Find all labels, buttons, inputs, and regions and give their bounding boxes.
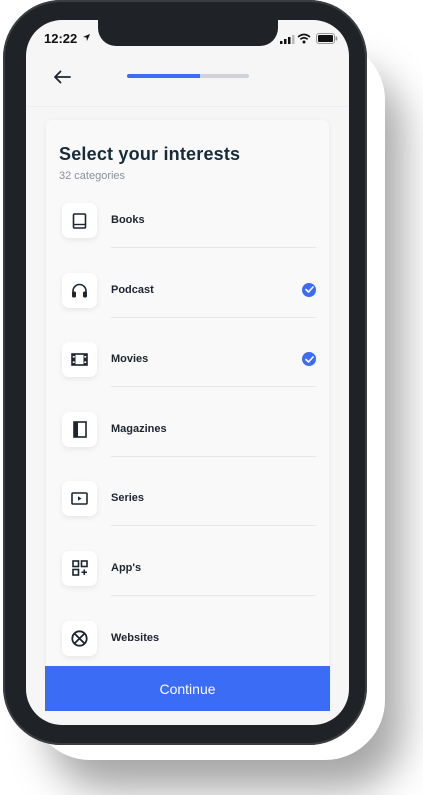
back-arrow-icon[interactable] [53, 70, 71, 84]
status-time: 12:22 [44, 31, 78, 46]
category-label: Books [111, 214, 145, 226]
category-label: Series [111, 492, 145, 505]
divider [111, 594, 316, 596]
magazine-icon [72, 420, 87, 438]
category-item-books[interactable]: Books [46, 199, 329, 269]
phone-frame: 12:22 Select your interests 32 categorie… [3, 0, 367, 745]
location-arrow-icon [82, 33, 91, 42]
category-item-movies[interactable]: Movies [46, 338, 329, 408]
category-icon-box [62, 203, 97, 238]
progress-bar-fill [127, 74, 201, 78]
play-box-icon [71, 492, 88, 506]
category-item-apps[interactable]: App's [46, 547, 329, 617]
page-title: Select your interests [59, 144, 241, 164]
category-item-series[interactable]: Series [46, 477, 329, 547]
selected-check-icon[interactable] [302, 282, 316, 297]
category-label: Podcast [111, 283, 154, 296]
divider [111, 316, 316, 318]
selected-check-icon[interactable] [302, 352, 316, 367]
category-icon-box [62, 272, 97, 308]
divider [111, 455, 316, 457]
category-icon-box [62, 620, 97, 656]
continue-button[interactable]: Continue [45, 666, 330, 711]
web-icon [71, 629, 88, 647]
apps-icon [71, 560, 88, 577]
category-list: Books Podcast Movies Magazines Series Ap… [46, 199, 329, 680]
category-item-podcast[interactable]: Podcast [46, 269, 329, 339]
wifi-icon [297, 33, 311, 44]
category-label: App's [111, 561, 142, 574]
interests-card: Select your interests 32 categories Book… [46, 120, 329, 680]
book-icon [72, 212, 87, 229]
category-count: 32 categories [59, 170, 126, 182]
film-icon [71, 353, 88, 366]
category-icon-box [62, 411, 97, 447]
category-icon-box [62, 481, 97, 517]
divider [111, 386, 316, 388]
divider [111, 525, 316, 527]
top-nav [26, 56, 349, 107]
notch [98, 20, 278, 46]
progress-bar [127, 74, 249, 78]
battery-icon [316, 33, 338, 44]
signal-icon [280, 35, 295, 44]
divider [111, 247, 316, 248]
category-item-magazines[interactable]: Magazines [46, 408, 329, 478]
category-label: Magazines [111, 422, 167, 435]
screen: 12:22 Select your interests 32 categorie… [26, 20, 349, 725]
category-icon-box [62, 342, 97, 378]
category-icon-box [62, 550, 97, 586]
category-label: Movies [111, 353, 149, 366]
category-label: Websites [111, 631, 160, 644]
headphones-icon [72, 283, 87, 298]
